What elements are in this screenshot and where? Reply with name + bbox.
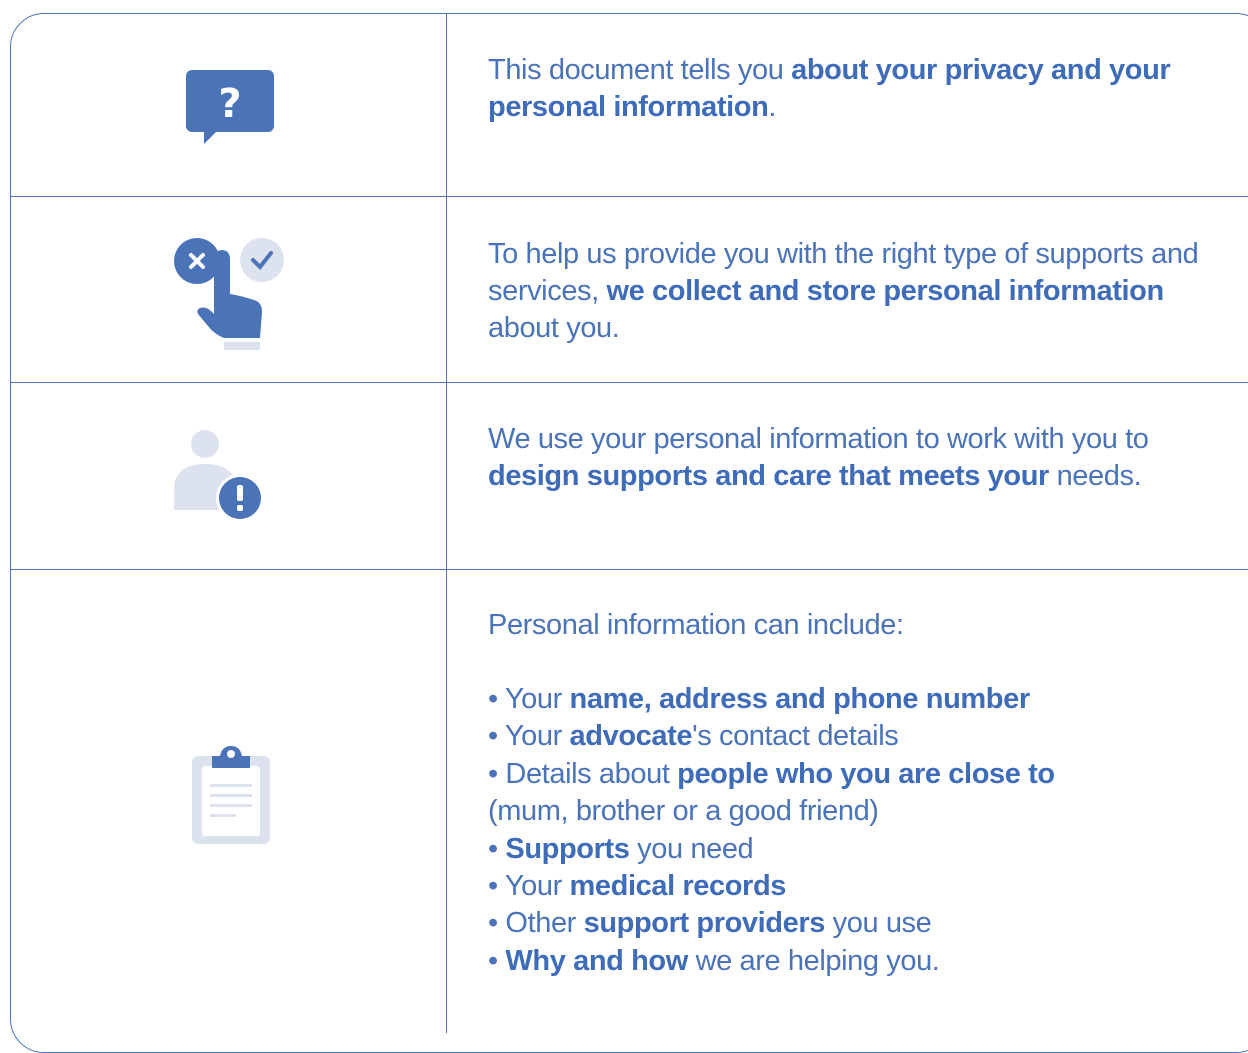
list-item: • Why and how we are helping you. <box>488 943 1208 980</box>
column-divider <box>446 13 447 1033</box>
list-item-text: • Your <box>488 683 570 715</box>
text-bold-segment: we collect and store personal informatio… <box>606 275 1164 307</box>
list-item-text: • Your <box>488 870 570 903</box>
list-item-text: (mum, brother or a good friend) <box>488 795 879 828</box>
list-item: • Your advocate's contact details <box>488 718 1208 755</box>
list-intro: Personal information can include: <box>488 609 904 641</box>
text-segment: We use your personal information to work… <box>488 423 1149 455</box>
list-item-text: you need <box>629 832 754 865</box>
svg-text:?: ? <box>218 81 241 127</box>
use-info-text: We use your personal information to work… <box>488 421 1208 495</box>
list-item-text: • Details about <box>488 757 678 790</box>
list-item-text: • <box>488 832 506 865</box>
text-bold-segment: design supports and care that meets your <box>488 460 1049 492</box>
list-item-bold-text: medical records <box>569 870 787 903</box>
collect-info-text: To help us provide you with the right ty… <box>488 236 1208 347</box>
info-list-section: Personal information can include: • Your… <box>488 607 1208 980</box>
list-item-text: • Other <box>488 907 584 940</box>
list-item: • Supports you need <box>488 831 1208 868</box>
list-item: • Details about people who you are close… <box>488 756 1208 793</box>
list-item-bold-text: advocate <box>569 720 693 753</box>
choose-finger-icon <box>174 238 284 350</box>
text-segment: about you. <box>488 312 620 344</box>
list-item: • Your medical records <box>488 868 1208 905</box>
list-item-bold-text: support providers <box>583 907 826 940</box>
list-item-bold-text: Supports <box>505 832 630 865</box>
list-item-text: • Your <box>488 720 570 753</box>
list-item-text: 's contact details <box>692 720 899 753</box>
privacy-intro-text: This document tells you about your priva… <box>488 52 1208 126</box>
clipboard-icon <box>192 746 270 844</box>
list-item-text: you use <box>824 907 932 940</box>
person-alert-icon <box>174 430 264 522</box>
text-segment: This document tells you <box>488 54 792 86</box>
list-item: • Your name, address and phone number <box>488 681 1208 718</box>
list-item: (mum, brother or a good friend) <box>488 793 1208 830</box>
text-segment: . <box>768 91 777 123</box>
list-item-text: • <box>488 944 506 977</box>
text-segment: needs. <box>1048 460 1142 492</box>
list-item-bold-text: people who you are close to <box>677 757 1055 790</box>
row-divider <box>10 569 1248 570</box>
row-divider <box>10 196 1248 197</box>
row-divider <box>10 382 1248 383</box>
info-list: • Your name, address and phone number • Y… <box>488 681 1208 980</box>
question-speech-bubble-icon: ? <box>186 70 274 144</box>
list-item-text: we are helping you. <box>687 944 940 977</box>
list-item-bold-text: Why and how <box>505 944 688 977</box>
list-item-bold-text: name, address and phone number <box>569 683 1031 715</box>
list-item: • Other support providers you use <box>488 905 1208 942</box>
